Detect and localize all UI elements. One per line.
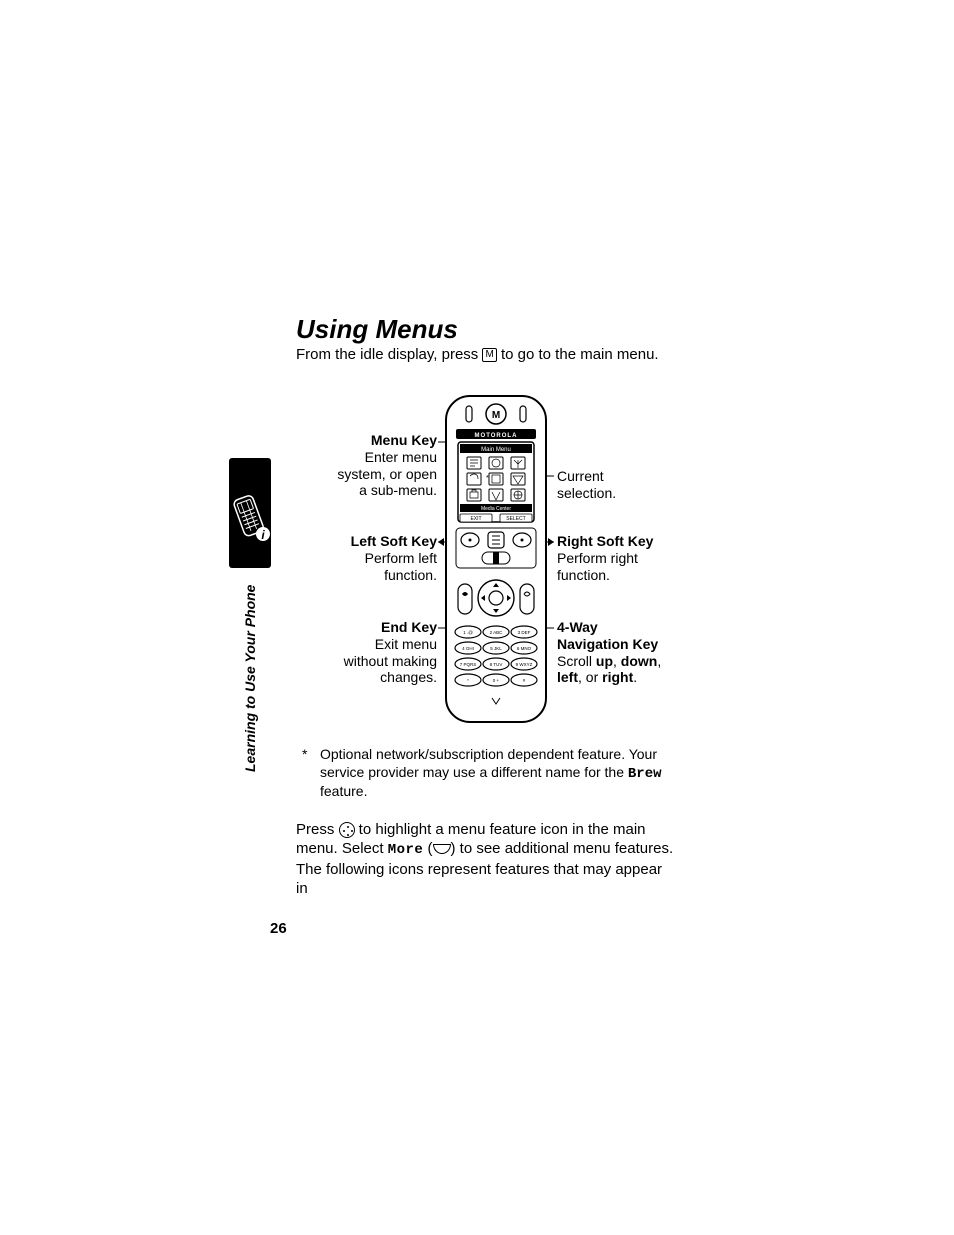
svg-text:3 DEF: 3 DEF: [518, 630, 531, 635]
page-number: 26: [270, 920, 287, 937]
text: menu. Select: [296, 840, 388, 857]
body-paragraph: Press to highlight a menu feature icon i…: [296, 820, 674, 898]
phone-illustration: M MOTOROLA Main Menu: [296, 390, 712, 725]
svg-text:*: *: [486, 475, 489, 482]
svg-text:Media Center: Media Center: [481, 506, 511, 512]
footnote-asterisk: *: [302, 746, 307, 764]
svg-text:Main Menu: Main Menu: [481, 447, 511, 453]
svg-text:4 GHI: 4 GHI: [462, 646, 474, 651]
text: (: [423, 840, 432, 857]
footnote-line: service provider may use a different nam…: [320, 764, 675, 784]
soft-key-glyph-icon: [433, 844, 451, 854]
intro-post: to go to the main menu.: [497, 346, 659, 363]
text: ) to see additional menu features.: [451, 840, 674, 857]
svg-text:6 MNO: 6 MNO: [517, 646, 532, 651]
para-line: menu. Select More ( ) to see additional m…: [296, 839, 674, 860]
more-option-label: More: [388, 842, 424, 858]
intro-pre: From the idle display, press: [296, 346, 482, 363]
phone-diagram: Menu Key Enter menu system, or open a su…: [296, 390, 712, 725]
svg-text:MOTOROLA: MOTOROLA: [475, 433, 518, 439]
svg-text:*: *: [467, 678, 469, 683]
para-line: Press to highlight a menu feature icon i…: [296, 820, 674, 839]
svg-text:SELECT: SELECT: [506, 516, 525, 522]
nav-key-glyph-icon: [339, 822, 355, 838]
svg-text:5 JKL: 5 JKL: [490, 646, 502, 651]
svg-text:8 TUV: 8 TUV: [490, 662, 503, 667]
intro-text: From the idle display, press M to go to …: [296, 346, 659, 363]
section-heading: Using Menus: [296, 314, 458, 345]
text: service provider may use a different nam…: [320, 764, 628, 780]
para-line: The following icons represent features t…: [296, 860, 674, 898]
sidebar-chapter-label: Learning to Use Your Phone: [242, 585, 258, 772]
footnote-line: Optional network/subscription dependent …: [320, 746, 675, 764]
svg-text:EXIT: EXIT: [470, 516, 481, 522]
phone-info-icon: i: [229, 490, 271, 568]
svg-text:9 WXYZ: 9 WXYZ: [516, 662, 533, 667]
footnote: * Optional network/subscription dependen…: [320, 746, 675, 801]
svg-text:1 .@: 1 .@: [463, 630, 473, 635]
footnote-line: feature.: [320, 783, 675, 801]
svg-text:2 ABC: 2 ABC: [490, 630, 504, 635]
svg-text:0 +: 0 +: [493, 678, 500, 683]
brew-feature-name: Brew: [628, 766, 662, 782]
menu-key-glyph-inline: M: [482, 348, 496, 362]
svg-text:M: M: [492, 410, 500, 421]
text: Press: [296, 821, 339, 838]
text: to highlight a menu feature icon in the …: [355, 821, 646, 838]
svg-text:7 PQRS: 7 PQRS: [460, 662, 477, 667]
